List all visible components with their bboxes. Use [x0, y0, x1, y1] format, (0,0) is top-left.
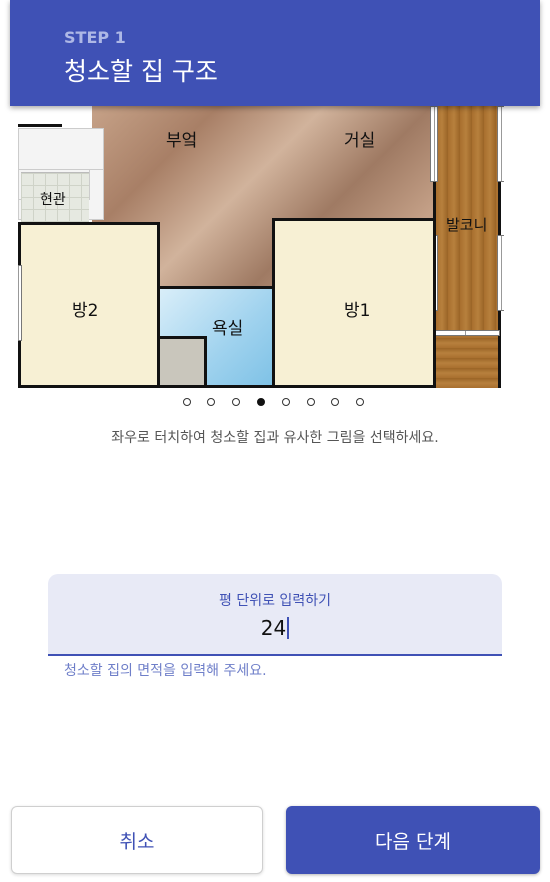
room-label-room2: 방2: [72, 301, 99, 321]
room-label-entrance: 현관: [40, 192, 66, 208]
floorplan-image[interactable]: 현관 부엌 거실 발코니 방2 욕실 방1: [18, 100, 504, 388]
area-helper-text: 청소할 집의 면적을 입력해 주세요.: [64, 663, 267, 679]
room-label-bath: 욕실: [212, 319, 244, 339]
window: [430, 106, 438, 182]
room-label-balcony: 발코니: [446, 216, 488, 234]
step-indicator: STEP 1: [64, 28, 126, 47]
text-caret: [287, 617, 290, 639]
carousel-dot[interactable]: [356, 398, 364, 406]
utility-room: [157, 336, 207, 388]
room-label-room1: 방1: [344, 301, 371, 321]
next-step-button[interactable]: 다음 단계: [286, 806, 540, 874]
area-input-value[interactable]: 24: [261, 616, 286, 640]
room-label-kitchen: 부엌: [166, 131, 198, 151]
carousel-dot[interactable]: [232, 398, 240, 406]
room-label-living: 거실: [344, 131, 376, 151]
carousel-dot[interactable]: [183, 398, 191, 406]
carousel-dot-active[interactable]: [257, 398, 265, 406]
area-input[interactable]: 평 단위로 입력하기 24: [48, 574, 502, 656]
window: [430, 330, 500, 336]
carousel-dot[interactable]: [282, 398, 290, 406]
window: [497, 106, 504, 182]
window: [18, 265, 22, 341]
app-header: STEP 1 청소할 집 구조: [10, 0, 540, 106]
page-title: 청소할 집 구조: [64, 57, 218, 86]
swipe-hint: 좌우로 터치하여 청소할 집과 유사한 그림을 선택하세요.: [111, 430, 439, 446]
carousel-dot[interactable]: [331, 398, 339, 406]
carousel-indicator[interactable]: [183, 398, 373, 410]
area-input-label: 평 단위로 입력하기: [219, 593, 331, 609]
window: [497, 235, 504, 311]
floorplan-wall: [18, 124, 62, 127]
carousel-dot[interactable]: [307, 398, 315, 406]
carousel-dot[interactable]: [207, 398, 215, 406]
cancel-button[interactable]: 취소: [11, 806, 263, 874]
balcony-floor: [433, 100, 501, 388]
area-input-value-wrap[interactable]: 24: [48, 616, 502, 640]
